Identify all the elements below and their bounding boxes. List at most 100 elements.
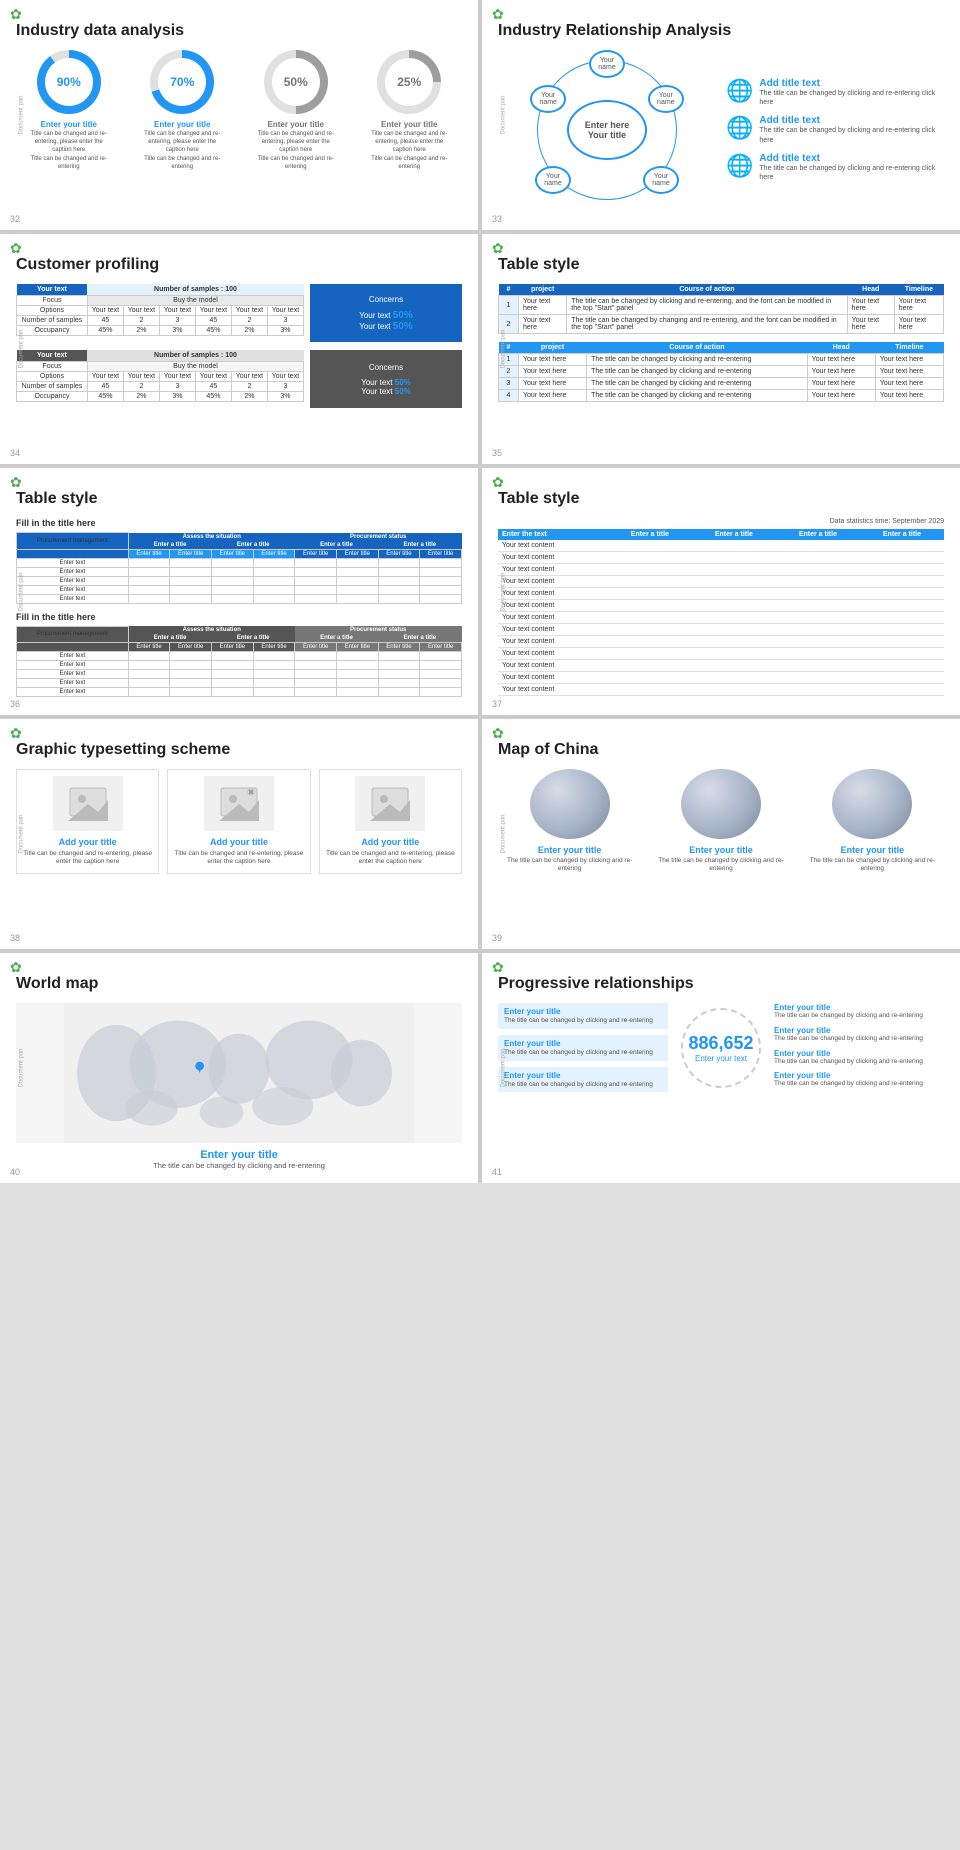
corner-icon-40: ✿ xyxy=(10,959,22,976)
circles-row: 90% Enter your title Title can be change… xyxy=(16,50,462,172)
circle-inner-25: 25% xyxy=(385,58,433,106)
prog-item-l3: Enter your title The title can be change… xyxy=(498,1067,668,1093)
prog-item-r1-desc: The title can be changed by clicking and… xyxy=(774,1012,944,1020)
map-item-2: Enter your title The title can be change… xyxy=(649,769,792,874)
orbit-section: Enter here Your title Yourname Yourname … xyxy=(498,50,716,210)
table-row: Your text content xyxy=(498,552,944,564)
map-row: Enter your title The title can be change… xyxy=(498,769,944,874)
slide-35: ✿ Table style # project Course of action… xyxy=(482,234,960,464)
table-row: Enter text xyxy=(17,576,462,585)
corner-icon-37: ✿ xyxy=(492,474,504,491)
circle-inner-50: 50% xyxy=(272,58,320,106)
map-title-3: Enter your title xyxy=(841,845,905,855)
slide-number-38: 38 xyxy=(10,933,20,943)
title-entry-1: 🌐 Add title text The title can be change… xyxy=(726,78,944,107)
proc-table-2: Procurement management Assess the situat… xyxy=(16,626,462,698)
world-map-desc: The title can be changed by clicking and… xyxy=(16,1161,462,1170)
slide-number-37: 37 xyxy=(492,699,502,709)
prog-center: 886,652 Enter your text xyxy=(676,1003,766,1092)
circle-desc2-90: Title can be changed and re-entering xyxy=(29,156,109,172)
slide-number-36: 36 xyxy=(10,699,20,709)
slide-32: ✿ Industry data analysis 90% Enter your … xyxy=(0,0,478,230)
slide-33: ✿ Industry Relationship Analysis Enter h… xyxy=(482,0,960,230)
cp-table-2: Your text Number of samples : 100 Focus … xyxy=(16,350,304,402)
orbit-center: Enter here Your title xyxy=(567,100,647,160)
corner-icon-35: ✿ xyxy=(492,240,504,257)
world-map-container xyxy=(16,1003,462,1143)
circle-inner-70: 70% xyxy=(158,58,206,106)
graphic-img-2 xyxy=(204,776,274,831)
slide-grid: ✿ Industry data analysis 90% Enter your … xyxy=(0,0,960,1183)
circle-desc2-70: Title can be changed and re-entering xyxy=(142,156,222,172)
cp-row-2: Your text Number of samples : 100 Focus … xyxy=(16,350,462,408)
title-icon-1: 🌐 xyxy=(726,78,753,104)
orbit-node-bottomleft: Yourname xyxy=(535,166,571,194)
slide-40: ✿ World map Enter your title The title c xyxy=(0,953,478,1183)
prog-item-l2: Enter your title The title can be change… xyxy=(498,1035,668,1061)
table-row: Your text content xyxy=(498,576,944,588)
prog-item-l1-desc: The title can be changed by clicking and… xyxy=(504,1017,662,1025)
circle-label-90: Enter your title xyxy=(41,120,97,129)
table-row: Your text content xyxy=(498,588,944,600)
map-desc-1: The title can be changed by clicking and… xyxy=(498,857,641,874)
table-35-1: # project Course of action Head Timeline… xyxy=(498,284,944,334)
graphic-item-2: Add your title Title can be changed and … xyxy=(167,769,310,874)
prog-content: Enter your title The title can be change… xyxy=(498,1003,944,1092)
corner-icon-39: ✿ xyxy=(492,725,504,742)
orbit-center-text2: Your title xyxy=(588,130,626,140)
corner-icon-33: ✿ xyxy=(492,6,504,23)
slide-number-32: 32 xyxy=(10,214,20,224)
table-row: Your text content xyxy=(498,612,944,624)
cp-table-1: Your text Number of samples : 100 Focus … xyxy=(16,284,304,336)
circle-desc1-25: Title can be changed and re-entering, pl… xyxy=(369,131,449,154)
prog-item-r1: Enter your title The title can be change… xyxy=(774,1003,944,1020)
title-main-3: Add title text xyxy=(759,153,944,164)
world-map-title: Enter your title xyxy=(16,1149,462,1161)
circle-item-90: 90% Enter your title Title can be change… xyxy=(29,50,109,172)
graphic-title-2: Add your title xyxy=(210,837,268,847)
prog-big-label: Enter your text xyxy=(695,1054,747,1063)
table-row: Enter text xyxy=(17,670,462,679)
slide-number-35: 35 xyxy=(492,448,502,458)
table-row: 1 Your text here The title can be change… xyxy=(499,296,944,315)
cp-buy: Buy the model xyxy=(87,296,303,306)
prog-right: Enter your title The title can be change… xyxy=(774,1003,944,1092)
fill-title-2: Fill in the title here xyxy=(16,612,462,622)
cp-concerns-1: Concerns Your text 50% Your text 50% xyxy=(310,284,462,342)
slide-39-title: Map of China xyxy=(498,741,944,759)
prog-item-l1-title: Enter your title xyxy=(504,1007,662,1016)
table-row: Enter text xyxy=(17,652,462,661)
cp-main-1: Your text Number of samples : 100 Focus … xyxy=(16,284,304,342)
table-row: 2 Your text here The title can be change… xyxy=(499,315,944,334)
map-item-1: Enter your title The title can be change… xyxy=(498,769,641,874)
map-item-3: Enter your title The title can be change… xyxy=(801,769,944,874)
title-main-2: Add title text xyxy=(759,115,944,126)
graphic-desc-1: Title can be changed and re-entering, pl… xyxy=(23,850,152,867)
cp-row-1: Your text Number of samples : 100 Focus … xyxy=(16,284,462,342)
cp-focus: Focus xyxy=(17,296,88,306)
table-row: Enter text xyxy=(17,661,462,670)
prog-big-number: 886,652 xyxy=(688,1033,753,1054)
circle-ring-70: 70% xyxy=(150,50,214,114)
slide-37-title: Table style xyxy=(498,490,944,508)
cp-th-text2: Your text xyxy=(17,350,88,362)
prog-item-l2-title: Enter your title xyxy=(504,1039,662,1048)
graphic-desc-3: Title can be changed and re-entering, pl… xyxy=(326,850,455,867)
table-row: Enter text xyxy=(17,567,462,576)
cp-main-2: Your text Number of samples : 100 Focus … xyxy=(16,350,304,408)
table-row: 1Your text hereThe title can be changed … xyxy=(499,354,944,366)
slide-36-title: Table style xyxy=(16,490,462,508)
title-text-1: Add title text The title can be changed … xyxy=(759,78,944,107)
prog-item-l1: Enter your title The title can be change… xyxy=(498,1003,668,1029)
circle-item-50: 50% Enter your title Title can be change… xyxy=(256,50,336,172)
table-row: Your text content xyxy=(498,624,944,636)
table-row: Your text content xyxy=(498,660,944,672)
graphic-title-1: Add your title xyxy=(59,837,117,847)
cp-concerns-2: Concerns Your text 50% Your text 50% xyxy=(310,350,462,408)
slide-41-title: Progressive relationships xyxy=(498,975,944,993)
slide-39: ✿ Map of China Enter your title The titl… xyxy=(482,719,960,949)
prog-left: Enter your title The title can be change… xyxy=(498,1003,668,1092)
prog-item-l3-title: Enter your title xyxy=(504,1071,662,1080)
table-row: 3Your text hereThe title can be changed … xyxy=(499,378,944,390)
table-row: Your text content xyxy=(498,684,944,696)
